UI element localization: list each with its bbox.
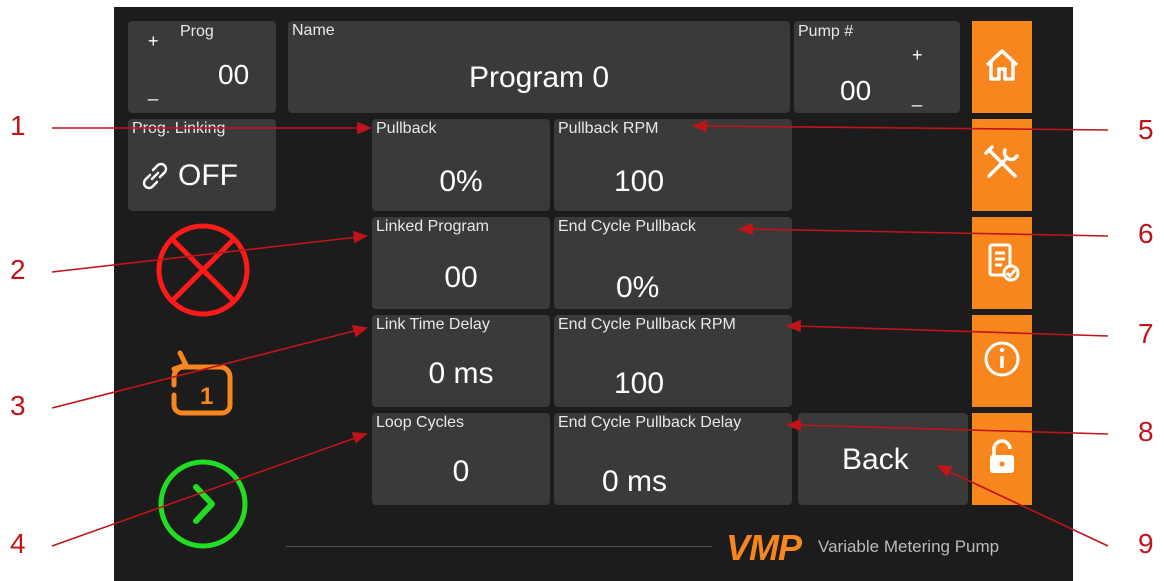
callout-6: 6 xyxy=(1138,218,1154,249)
callout-9: 9 xyxy=(1138,528,1154,559)
callout-3: 3 xyxy=(10,390,26,421)
callout-4: 4 xyxy=(10,528,26,559)
callout-7: 7 xyxy=(1138,318,1154,349)
callout-2: 2 xyxy=(10,254,26,285)
callout-lines xyxy=(51,119,1109,547)
callout-8: 8 xyxy=(1138,416,1154,447)
callout-5: 5 xyxy=(1138,114,1154,145)
callout-1: 1 xyxy=(10,110,26,141)
